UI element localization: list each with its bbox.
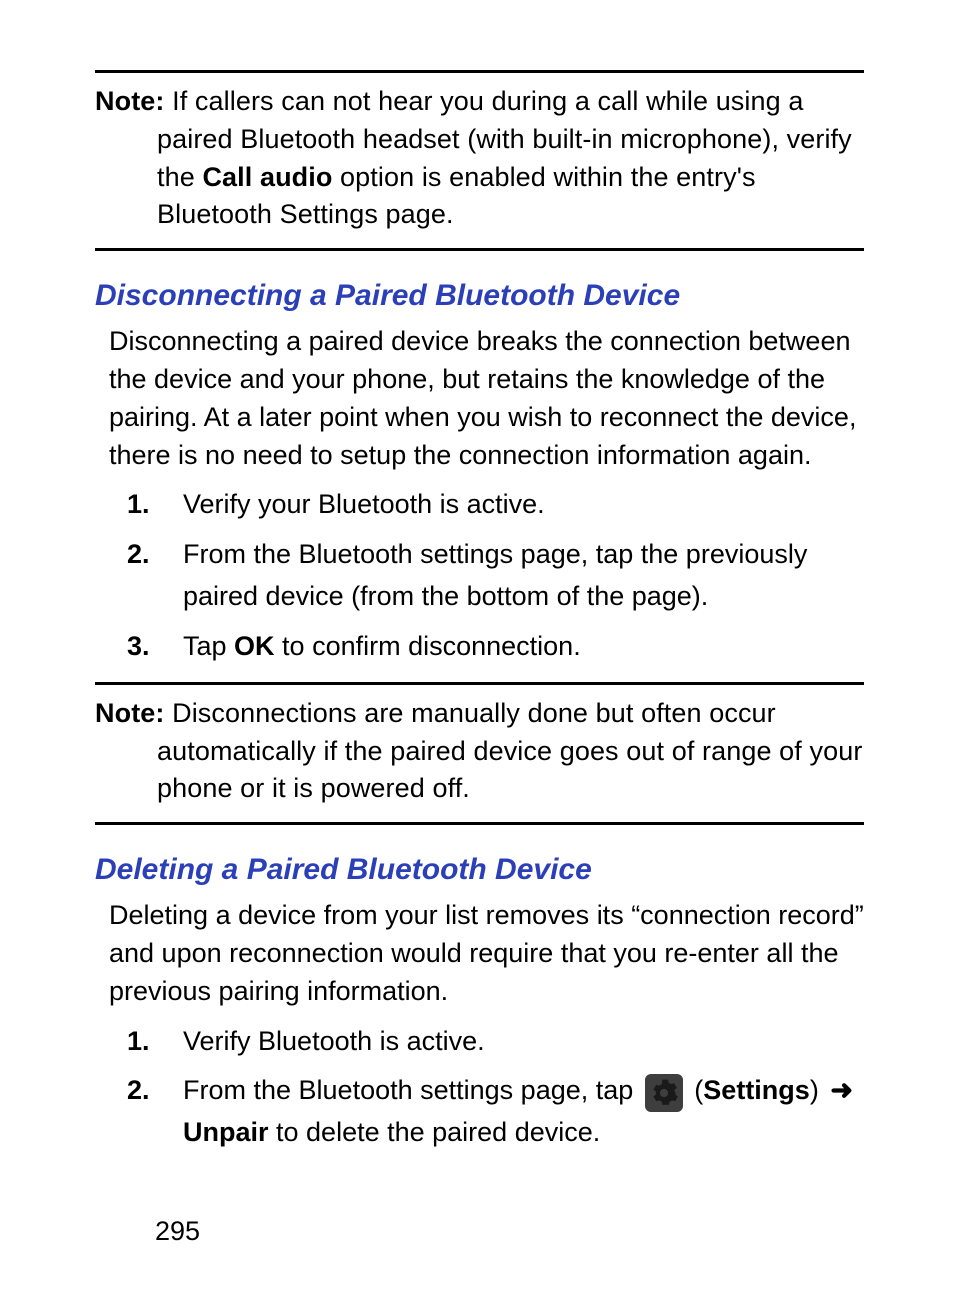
document-page: Note: If callers can not hear you during… [0,0,954,1295]
step-number: 1. [127,484,150,526]
note-box-2: Note: Disconnections are manually done b… [95,685,864,822]
note1-text: Note: If callers can not hear you during… [157,83,864,234]
step-text: Verify your Bluetooth is active. [183,489,545,519]
step-text: Verify Bluetooth is active. [183,1026,485,1056]
page-number: 295 [155,1216,200,1247]
divider-bottom-note1 [95,248,864,251]
section2-intro: Deleting a device from your list removes… [109,897,864,1010]
settings-label: Settings [703,1075,810,1105]
step-number: 3. [127,626,150,668]
list-item: 2. From the Bluetooth settings page, tap… [95,1070,864,1154]
unpair-label: Unpair [183,1117,269,1147]
settings-gear-icon [645,1074,683,1112]
step-text-pre: From the Bluetooth settings page, tap [183,1075,641,1105]
list-item: 1. Verify your Bluetooth is active. [95,484,864,526]
step-bold: OK [234,631,275,661]
paren-open: ( [694,1075,703,1105]
list-item: 1. Verify Bluetooth is active. [95,1021,864,1063]
note2-text: Note: Disconnections are manually done b… [157,695,864,808]
note-label: Note: [95,86,165,116]
step-text-pre: Tap [183,631,234,661]
arrow-icon: ➜ [830,1075,853,1105]
section2-steps: 1. Verify Bluetooth is active. 2. From t… [95,1021,864,1155]
list-item: 3. Tap OK to confirm disconnection. [95,626,864,668]
step-number: 2. [127,1070,150,1112]
step-text-post: to confirm disconnection. [275,631,581,661]
note-box-1: Note: If callers can not hear you during… [95,73,864,248]
divider-bottom-note2 [95,822,864,825]
step-number: 1. [127,1021,150,1063]
note1-bold: Call audio [202,162,332,192]
step-number: 2. [127,534,150,576]
paren-close: ) [810,1075,827,1105]
note2-body: Disconnections are manually done but oft… [157,698,862,804]
section1-intro: Disconnecting a paired device breaks the… [109,323,864,474]
section2-heading: Deleting a Paired Bluetooth Device [95,853,864,887]
section1-steps: 1. Verify your Bluetooth is active. 2. F… [95,484,864,667]
list-item: 2. From the Bluetooth settings page, tap… [95,534,864,618]
section1-heading: Disconnecting a Paired Bluetooth Device [95,279,864,313]
step-text: From the Bluetooth settings page, tap th… [183,539,807,611]
note-label: Note: [95,698,165,728]
step-text-post: to delete the paired device. [269,1117,601,1147]
